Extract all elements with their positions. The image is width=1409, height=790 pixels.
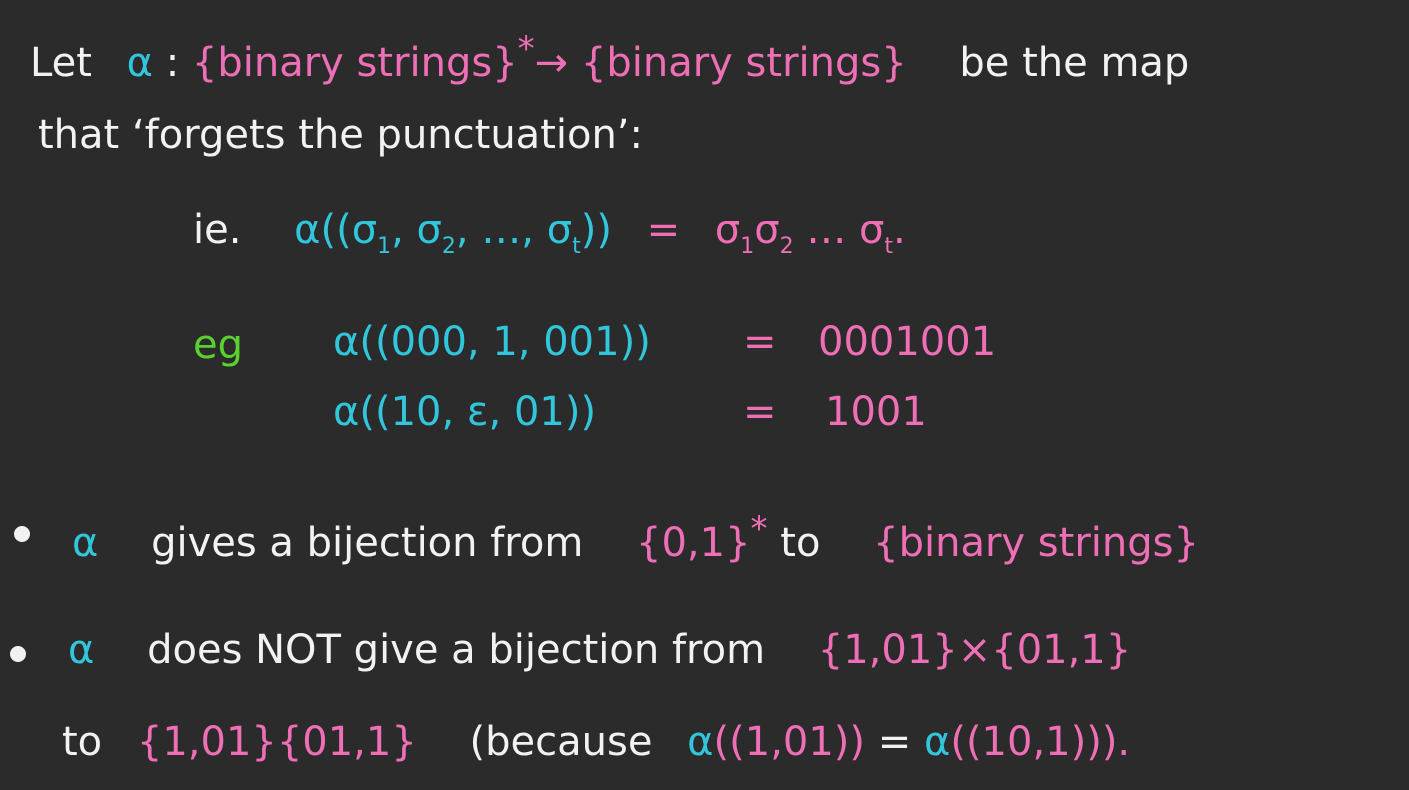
be-the-map-text: be the map	[959, 40, 1190, 86]
example-2-equals: =	[743, 389, 777, 435]
example-1-lhs-text: α((000, 1, 001))	[333, 319, 651, 365]
example-1-rhs: 0001001	[818, 322, 996, 362]
codomain-set: {binary strings}	[580, 40, 907, 86]
ie-equals: =	[646, 207, 681, 253]
last-line-arg-2: ((10,1))).	[950, 719, 1131, 765]
bullet-1-binary-strings: {binary strings}	[873, 520, 1199, 566]
last-line-alpha-1: α	[687, 719, 714, 765]
example-1-result: 0001001	[818, 319, 997, 365]
last-line-concat-set: {1,01}{01,1}	[136, 719, 417, 765]
bullet-dot-2	[10, 646, 26, 662]
bullet-1-to: to	[780, 520, 821, 566]
example-2-lhs-text: α((10, ε, 01))	[333, 389, 597, 435]
domain-set: {binary strings}	[191, 40, 518, 86]
let-word: Let	[30, 40, 92, 86]
bullet-2-alpha: α	[68, 627, 95, 673]
last-line: to {1,01}{01,1} (because α((1,01)) = α((…	[62, 722, 1130, 762]
bullet-1-text: gives a bijection from	[151, 520, 584, 566]
example-2-result: 1001	[825, 389, 927, 435]
ie-rhs: σ1σ2 … σt.	[714, 207, 906, 259]
definition-line-1: Let α : {binary strings}*→ {binary strin…	[30, 32, 1189, 83]
example-2-lhs: α((10, ε, 01))	[333, 392, 596, 432]
bullet-1-star: *	[750, 509, 768, 549]
bullet-1-alpha: α	[72, 520, 99, 566]
last-line-to: to	[62, 719, 103, 765]
last-line-arg-1: ((1,01))	[713, 719, 866, 765]
alpha-symbol: α	[126, 40, 153, 86]
bullet-2-text: does NOT give a bijection from	[147, 627, 766, 673]
ie-label: ie.	[193, 207, 242, 253]
eg-label: eg	[193, 322, 243, 368]
colon-symbol: :	[165, 40, 180, 86]
example-1-eq: =	[743, 322, 777, 362]
last-line-equals: =	[877, 719, 912, 765]
bullet-dot-1	[14, 526, 30, 542]
kleene-star: *	[517, 29, 535, 69]
last-line-because: (because	[469, 719, 653, 765]
last-line-alpha-2: α	[923, 719, 951, 765]
bullet-2-product-set: {1,01}×{01,1}	[817, 627, 1132, 673]
whiteboard-canvas: Let α : {binary strings}*→ {binary strin…	[0, 0, 1409, 790]
ie-lhs: α((σ1, σ2, …, σt))	[294, 207, 612, 259]
eg-label-line: eg	[193, 325, 243, 365]
example-2-rhs: 1001	[825, 392, 927, 432]
ie-formula-line: ie. α((σ1, σ2, …, σt)) = σ1σ2 … σt.	[193, 210, 906, 258]
definition-line-2: that ‘forgets the punctuation’:	[38, 115, 643, 155]
example-2-eq: =	[743, 392, 777, 432]
bullet-1-line: α gives a bijection from {0,1}* to {bina…	[72, 512, 1199, 563]
bullet-2-line: α does NOT give a bijection from {1,01}×…	[68, 630, 1131, 670]
example-1-lhs: α((000, 1, 001))	[333, 322, 651, 362]
bullet-1-set-01: {0,1}	[636, 520, 751, 566]
forgets-punctuation-text: that ‘forgets the punctuation’:	[38, 112, 643, 158]
map-arrow: →	[534, 40, 569, 86]
example-1-equals: =	[743, 319, 777, 365]
